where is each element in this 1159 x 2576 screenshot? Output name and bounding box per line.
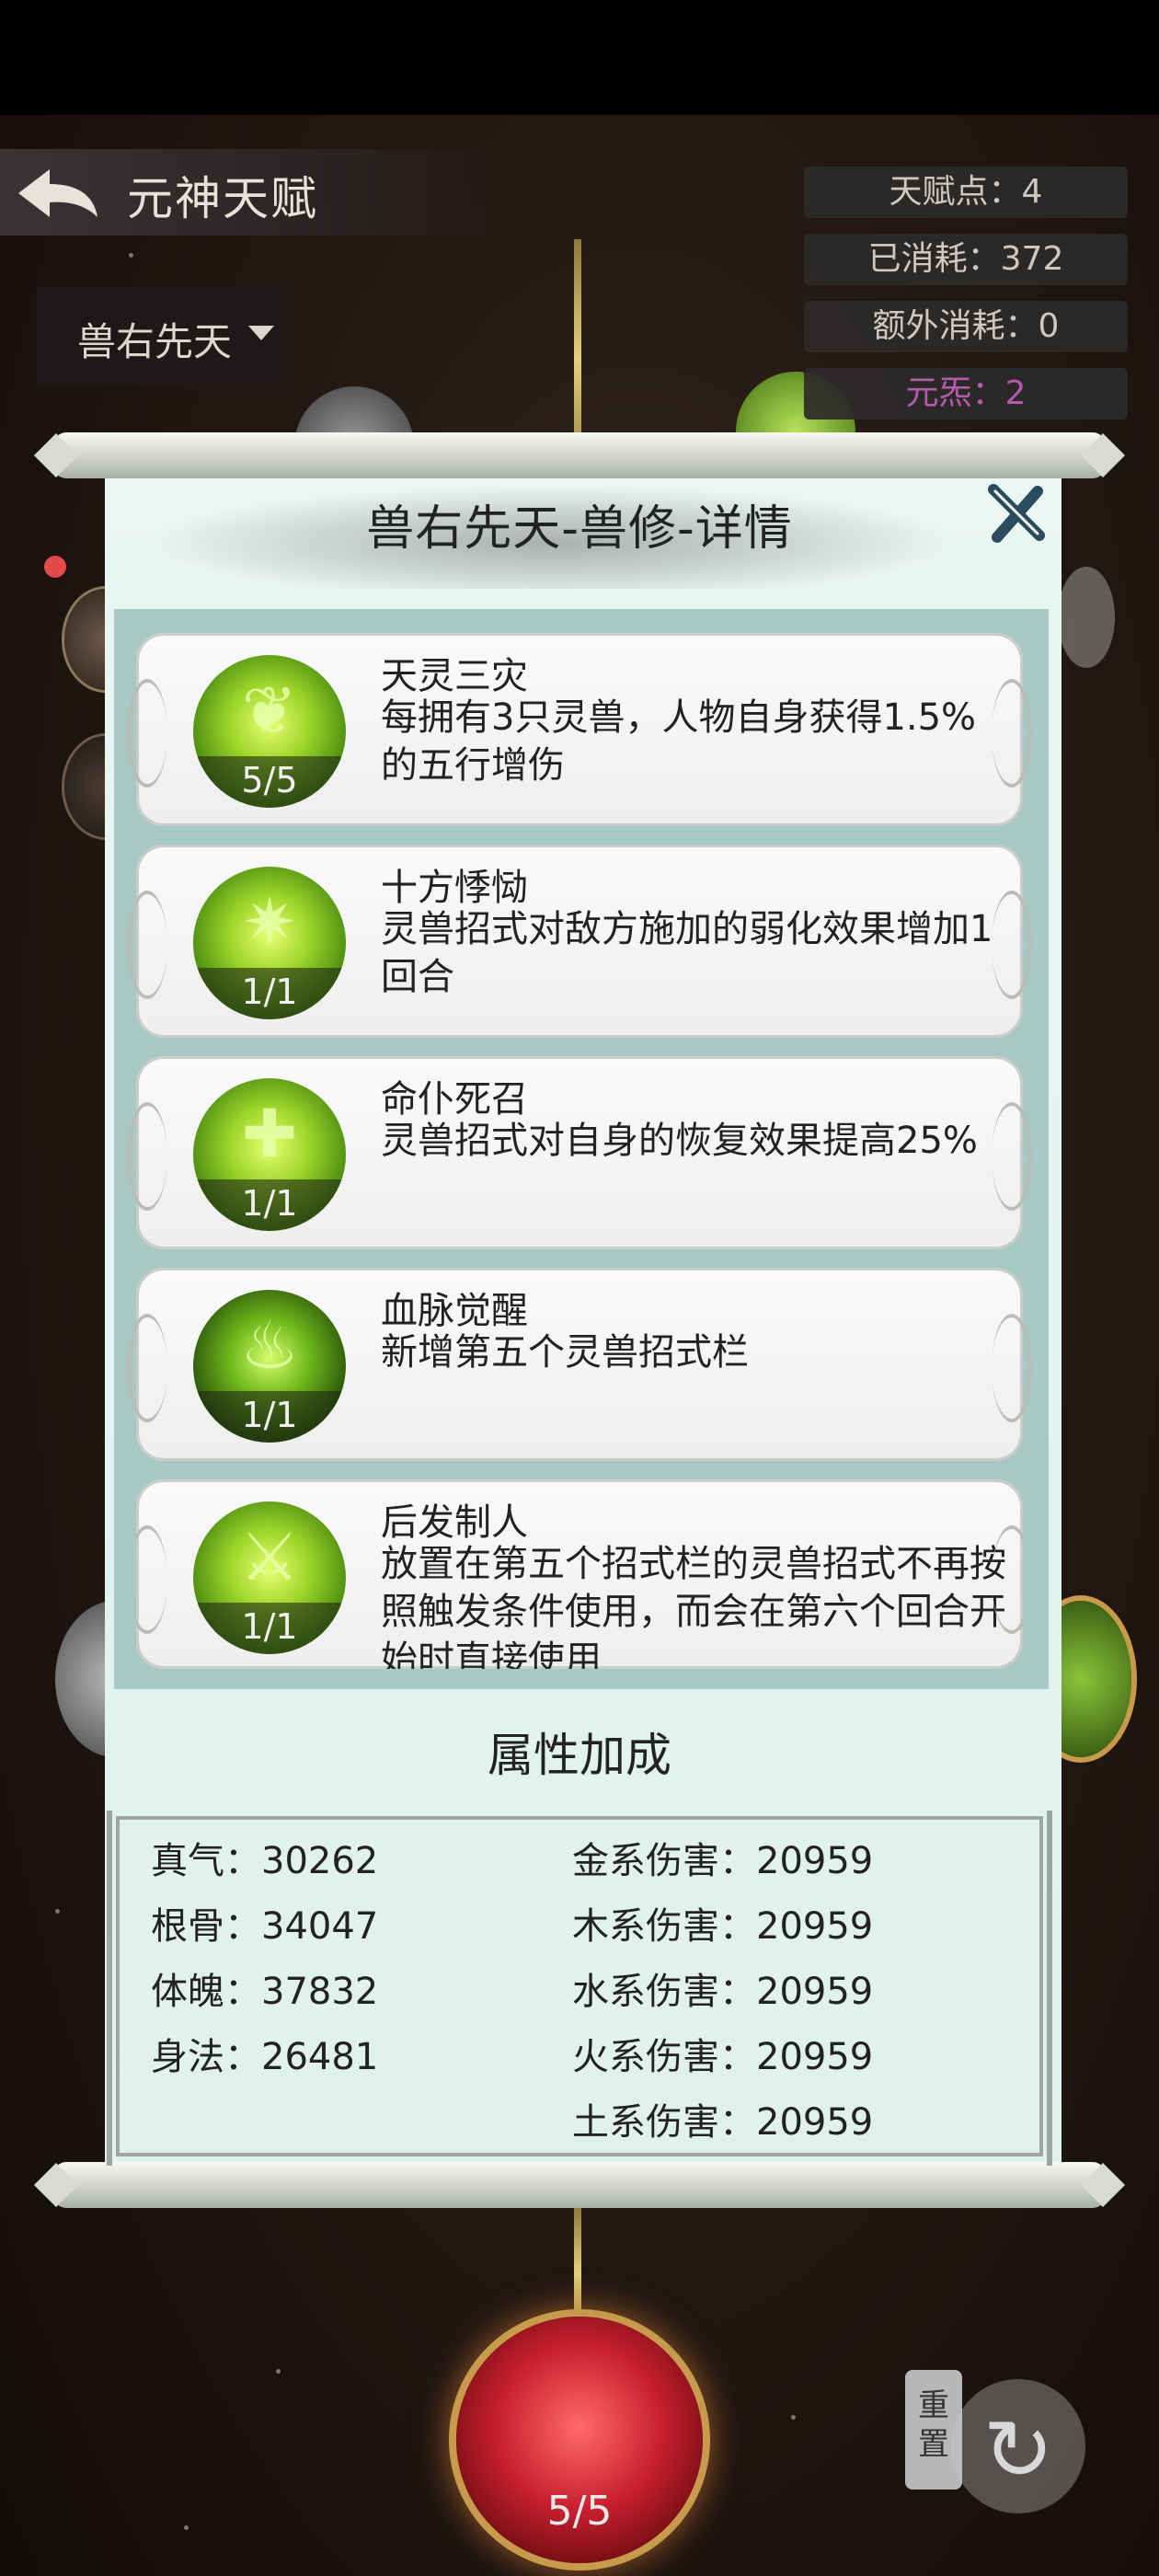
skill-description: 灵兽招式对敌方施加的弱化效果增加1回合 (381, 908, 993, 998)
skill-card[interactable]: ✷ 1/1 十方悸恸 灵兽招式对敌方施加的弱化效果增加1回合 (127, 845, 1032, 1038)
skill-icon: ✚ 1/1 (193, 1078, 346, 1231)
skill-level: 1/1 (193, 968, 346, 1019)
scroll-rod-bottom (33, 2162, 1126, 2208)
skill-card[interactable]: ⚔ 1/1 后发制人 放置在第五个招式栏的灵兽招式不再按照触发条件使用，而会在第… (136, 1479, 1023, 1669)
reset-button[interactable]: ↻ (951, 2379, 1085, 2513)
skill-level: 1/1 (193, 1179, 346, 1231)
skill-level: 5/5 (193, 756, 346, 808)
skill-level: 1/1 (193, 1391, 346, 1443)
reset-icon: ↻ (982, 2401, 1054, 2500)
element-stat: 元炁：2 (804, 368, 1128, 420)
skill-card[interactable]: ♨ 1/1 血脉觉醒 新增第五个灵兽招式栏 (127, 1268, 1032, 1461)
skill-icon: ❦ 5/5 (193, 655, 346, 808)
talent-points-stat: 天赋点：4 (804, 167, 1128, 218)
skill-level: 1/1 (193, 1603, 346, 1654)
skill-name: 天灵三灾 (381, 655, 528, 697)
skill-description: 每拥有3只灵兽，人物自身获得1.5%的五行增伤 (381, 696, 977, 787)
attr-zhenqi: 真气：30262 (151, 1840, 379, 1882)
dropdown-selected-value: 兽右先天 (77, 319, 233, 364)
skill-icon: ♨ 1/1 (193, 1290, 346, 1443)
attr-tipo: 体魄：37832 (151, 1971, 379, 2013)
extra-consumed-stat: 额外消耗：0 (804, 301, 1128, 352)
skill-name: 后发制人 (381, 1501, 528, 1544)
skill-name: 血脉觉醒 (381, 1290, 528, 1332)
skill-description: 放置在第五个招式栏的灵兽招式不再按照触发条件使用，而会在第六个回合开始时直接使用 (381, 1543, 1006, 1669)
back-arrow-icon[interactable] (13, 166, 101, 221)
attr-metal-damage: 金系伤害：20959 (572, 1840, 874, 1882)
skill-description: 新增第五个灵兽招式栏 (381, 1331, 749, 1374)
header-bar: 元神天赋 (0, 149, 515, 236)
skill-icon: ⚔ 1/1 (193, 1501, 346, 1654)
skill-card[interactable]: ✚ 1/1 命仆死召 灵兽招式对自身的恢复效果提高25% (127, 1056, 1032, 1249)
skill-icon: ✷ 1/1 (193, 867, 346, 1019)
search-icon[interactable] (1058, 567, 1115, 668)
skill-name: 命仆死召 (381, 1078, 528, 1121)
red-dot-indicator (44, 556, 66, 578)
attr-wood-damage: 木系伤害：20959 (572, 1905, 874, 1948)
attr-earth-damage: 土系伤害：20959 (572, 2101, 874, 2144)
status-bar (0, 0, 1159, 115)
scroll-rod-top (33, 432, 1126, 478)
chevron-down-icon (248, 326, 274, 340)
attr-fire-damage: 火系伤害：20959 (572, 2036, 874, 2078)
skill-description: 灵兽招式对自身的恢复效果提高25% (381, 1120, 978, 1162)
attr-gengu: 根骨：34047 (151, 1905, 379, 1948)
talent-branch-dropdown[interactable]: 兽右先天 (37, 287, 285, 386)
consumed-stat: 已消耗：372 (804, 234, 1128, 285)
attr-shenfa: 身法：26481 (151, 2036, 379, 2078)
skill-card[interactable]: ❦ 5/5 天灵三灾 每拥有3只灵兽，人物自身获得1.5%的五行增伤 (127, 633, 1032, 826)
close-icon[interactable] (984, 482, 1049, 546)
attributes-title: 属性加成 (488, 1729, 671, 1782)
skill-name: 十方悸恸 (381, 867, 528, 909)
page-title: 元神天赋 (127, 172, 318, 225)
attr-water-damage: 水系伤害：20959 (572, 1971, 874, 2013)
